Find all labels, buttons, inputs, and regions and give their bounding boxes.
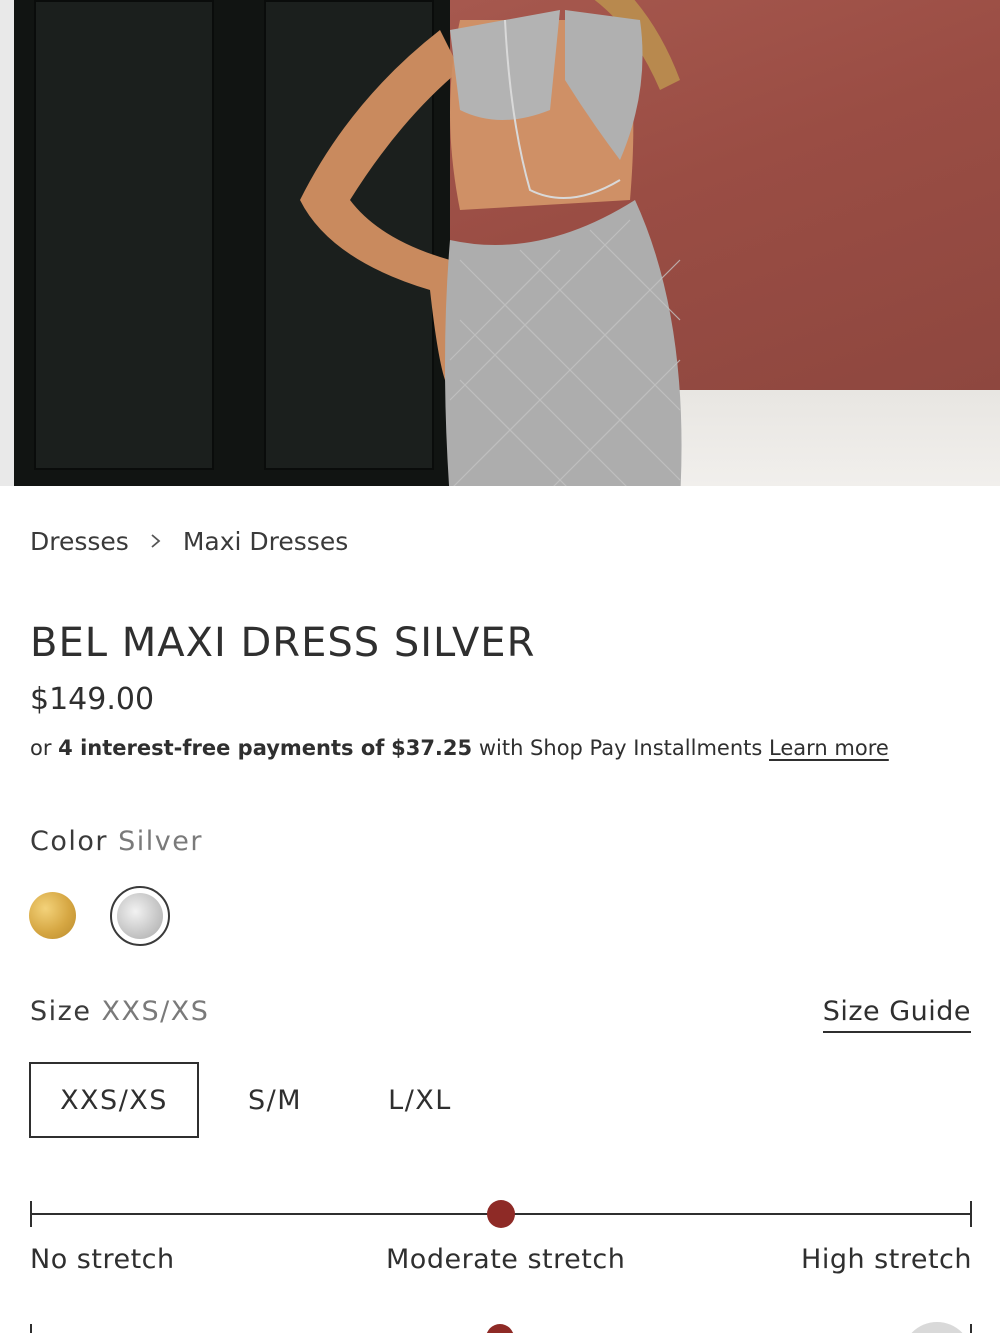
image-model-figure	[300, 0, 682, 486]
size-guide-link[interactable]: Size Guide	[822, 996, 971, 1033]
breadcrumb: Dresses Maxi Dresses	[30, 526, 348, 556]
stretch-label-none: No stretch	[30, 1244, 175, 1275]
color-label-text: Color	[30, 826, 108, 857]
size-option-s-m[interactable]: S/M	[210, 1062, 340, 1138]
installments-amount: $37.25	[391, 736, 473, 760]
size-selected-value: XXS/XS	[101, 996, 210, 1027]
chat-bubble-button[interactable]	[902, 1322, 972, 1333]
second-scale-end-cap	[970, 1324, 972, 1333]
color-swatch-gold[interactable]	[29, 892, 76, 939]
second-scale-partial	[30, 1318, 972, 1333]
second-scale-start-cap	[30, 1324, 32, 1333]
product-price: $149.00	[30, 682, 155, 717]
product-title: BEL MAXI DRESS SILVER	[30, 620, 536, 666]
stretch-scale-start-cap	[30, 1201, 32, 1227]
color-swatch-silver[interactable]	[110, 886, 170, 946]
second-scale-marker	[486, 1324, 514, 1333]
size-label: Size XXS/XS	[30, 996, 209, 1027]
breadcrumb-item-dresses[interactable]: Dresses	[30, 527, 129, 556]
size-label-text: Size	[30, 996, 92, 1027]
installments-info: or 4 interest-free payments of $37.25 wi…	[30, 736, 889, 760]
stretch-scale	[30, 1196, 972, 1232]
stretch-scale-end-cap	[970, 1201, 972, 1227]
stretch-level-marker	[487, 1200, 515, 1228]
size-option-xxs-xs[interactable]: XXS/XS	[29, 1062, 199, 1138]
color-swatch-silver-fill	[117, 893, 163, 939]
installments-bold-text: 4 interest-free payments of	[58, 736, 385, 760]
stretch-label-high: High stretch	[801, 1244, 972, 1275]
product-image[interactable]	[0, 0, 1000, 486]
size-option-l-xl[interactable]: L/XL	[350, 1062, 490, 1138]
image-edge	[0, 0, 14, 486]
learn-more-link[interactable]: Learn more	[769, 736, 889, 760]
color-selected-value: Silver	[118, 826, 203, 857]
breadcrumb-item-maxi-dresses[interactable]: Maxi Dresses	[183, 527, 348, 556]
installments-prefix: or	[30, 736, 52, 760]
stretch-label-moderate: Moderate stretch	[386, 1244, 626, 1275]
installments-suffix: with Shop Pay Installments	[478, 736, 763, 760]
color-label: Color Silver	[30, 826, 203, 857]
chevron-right-icon	[151, 534, 161, 548]
